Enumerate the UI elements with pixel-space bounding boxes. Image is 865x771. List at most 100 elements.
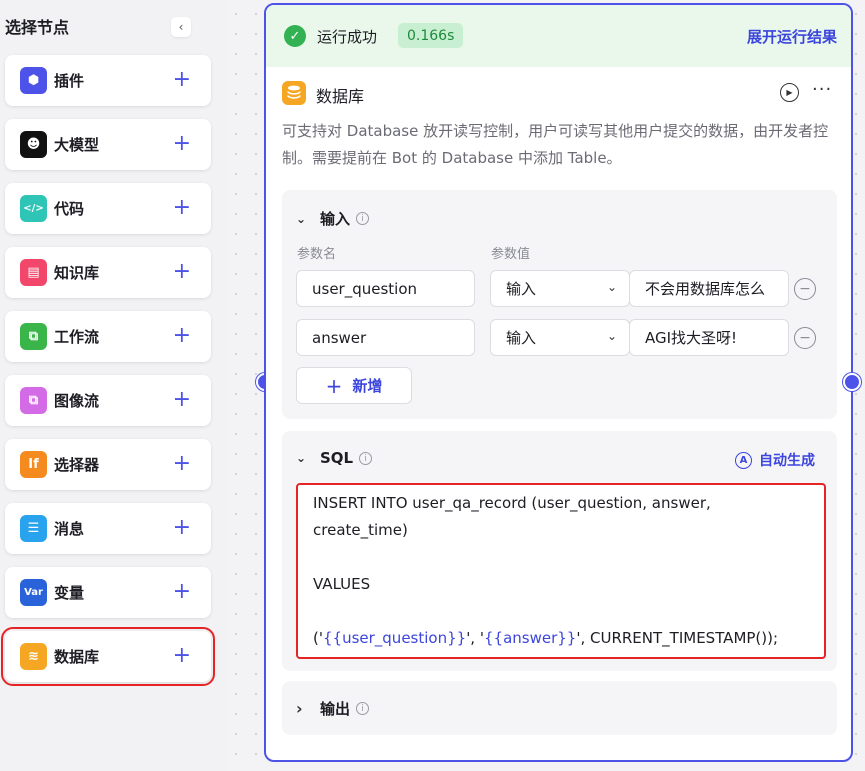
- param-type-select[interactable]: 输入 ⌄: [490, 319, 630, 356]
- node-option-label: 数据库: [54, 648, 100, 666]
- node-option-6[interactable]: ⧉ 图像流 +: [5, 375, 211, 426]
- node-option-1[interactable]: ⬢ 插件 +: [5, 55, 211, 106]
- info-icon[interactable]: i: [359, 451, 373, 465]
- output-port[interactable]: [843, 373, 861, 391]
- node-option-7[interactable]: If 选择器 +: [5, 439, 211, 490]
- database-node-card[interactable]: ✓ 运行成功 0.166s 展开运行结果 数据库 ▶ ··· 可支持对 Data…: [264, 3, 853, 762]
- param-value-field[interactable]: AGI找大圣呀!: [629, 319, 789, 356]
- sql-text: ', CURRENT_TIMESTAMP());: [576, 629, 779, 647]
- node-option-label: 图像流: [54, 392, 100, 410]
- sql-line: [313, 544, 809, 571]
- expand-run-result-link[interactable]: 展开运行结果: [747, 26, 837, 47]
- add-node-plus-icon[interactable]: +: [173, 323, 191, 349]
- sql-variable: {{answer}}: [483, 629, 577, 647]
- input-section: ⌄ 输入 i 参数名 参数值 user_question 输入 ⌄ 不会用数据库…: [282, 190, 837, 419]
- param-name-field[interactable]: answer: [296, 319, 475, 356]
- node-option-label: 变量: [54, 584, 85, 602]
- node-title[interactable]: 数据库: [316, 83, 364, 107]
- sql-text: (': [313, 629, 323, 647]
- param-value-column-label: 参数值: [491, 247, 531, 262]
- knowledge-icon: ▤: [20, 259, 47, 286]
- sql-section-header[interactable]: ⌄ SQL i: [296, 449, 373, 467]
- message-icon: ☰: [20, 515, 47, 542]
- node-option-2[interactable]: ☻ 大模型 +: [5, 119, 211, 170]
- sql-editor[interactable]: INSERT INTO user_qa_record (user_questio…: [296, 483, 826, 659]
- auto-generate-label: 自动生成: [759, 453, 815, 469]
- workflow-icon: ⧉: [20, 323, 47, 350]
- param-type-select[interactable]: 输入 ⌄: [490, 270, 630, 307]
- sql-section-label: SQL: [320, 449, 354, 467]
- add-node-plus-icon[interactable]: +: [173, 451, 191, 477]
- info-icon[interactable]: i: [356, 212, 370, 225]
- node-option-label: 代码: [54, 200, 85, 218]
- sql-line: ('{{user_question}}', '{{answer}}', CURR…: [313, 625, 809, 652]
- sql-text: ', ': [466, 629, 484, 647]
- run-status-banner: ✓ 运行成功 0.166s 展开运行结果: [266, 5, 851, 67]
- success-check-icon: ✓: [284, 25, 306, 47]
- node-option-label: 插件: [54, 72, 85, 90]
- auto-generate-button[interactable]: A 自动生成: [735, 450, 815, 470]
- sql-line: VALUES: [313, 575, 371, 593]
- chevron-down-icon: ⌄: [296, 211, 307, 226]
- output-section-label: 输出: [320, 700, 351, 718]
- node-option-4[interactable]: ▤ 知识库 +: [5, 247, 211, 298]
- add-node-plus-icon[interactable]: +: [173, 579, 191, 605]
- add-node-plus-icon[interactable]: +: [173, 643, 191, 669]
- add-node-plus-icon[interactable]: +: [173, 515, 191, 541]
- param-type-value: 输入: [506, 280, 537, 298]
- add-node-plus-icon[interactable]: +: [173, 67, 191, 93]
- chevron-down-icon: ⌄: [606, 329, 617, 343]
- chevron-down-icon: ⌄: [606, 280, 617, 294]
- database-icon: ≋: [20, 643, 47, 670]
- collapse-sidebar-button[interactable]: ‹: [171, 17, 191, 37]
- llm-bot-icon: ☻: [20, 131, 47, 158]
- param-name-column-label: 参数名: [297, 247, 337, 262]
- param-value-field[interactable]: 不会用数据库怎么: [629, 270, 789, 307]
- run-time-badge: 0.166s: [398, 23, 464, 48]
- chevron-down-icon: ⌄: [296, 451, 307, 465]
- ai-generate-icon: A: [735, 451, 752, 469]
- sql-variable: {{user_question}}: [322, 629, 467, 647]
- param-type-value: 输入: [506, 329, 537, 347]
- add-node-plus-icon[interactable]: +: [173, 195, 191, 221]
- image-flow-icon: ⧉: [20, 387, 47, 414]
- database-icon: [282, 81, 306, 105]
- input-section-header[interactable]: ⌄ 输入 i: [296, 208, 370, 229]
- more-options-icon[interactable]: ···: [812, 79, 832, 100]
- param-name-field[interactable]: user_question: [296, 270, 475, 307]
- node-option-label: 选择器: [54, 456, 100, 474]
- chevron-right-icon: ›: [296, 699, 303, 718]
- run-status-text: 运行成功: [317, 28, 378, 46]
- sql-line: INSERT INTO user_qa_record (user_questio…: [313, 494, 711, 512]
- info-icon[interactable]: i: [356, 702, 370, 715]
- test-run-icon[interactable]: ▶: [780, 83, 799, 102]
- node-option-10[interactable]: ≋ 数据库 +: [1, 627, 215, 686]
- sql-line: [313, 598, 809, 625]
- play-icon: ▶: [786, 88, 793, 97]
- add-node-plus-icon[interactable]: +: [173, 131, 191, 157]
- node-description: 可支持对 Database 放开读写控制，用户可读写其他用户提交的数据，由开发者…: [282, 122, 829, 167]
- node-option-8[interactable]: ☰ 消息 +: [5, 503, 211, 554]
- code-icon: </>: [20, 195, 47, 222]
- node-option-label: 工作流: [54, 328, 100, 346]
- node-option-5[interactable]: ⧉ 工作流 +: [5, 311, 211, 362]
- sidebar-title: 选择节点: [5, 18, 70, 37]
- node-option-label: 大模型: [54, 136, 100, 154]
- node-option-3[interactable]: </> 代码 +: [5, 183, 211, 234]
- variable-icon: Var: [20, 579, 47, 606]
- remove-param-icon[interactable]: −: [794, 278, 816, 300]
- chevron-left-icon: ‹: [178, 20, 184, 34]
- add-node-plus-icon[interactable]: +: [173, 259, 191, 285]
- add-node-plus-icon[interactable]: +: [173, 387, 191, 413]
- add-param-label: 新增: [352, 377, 383, 395]
- sql-line: create_time): [313, 521, 408, 539]
- node-option-label: 消息: [54, 520, 85, 538]
- sql-section: ⌄ SQL i A 自动生成 INSERT INTO user_qa_recor…: [282, 431, 837, 671]
- node-picker-sidebar: 选择节点 ‹ ⬢ 插件 + ☻ 大模型 + </> 代码 + ▤ 知识库 + ⧉ 工作流 + ⧉ 图像流 + If 选…: [0, 0, 228, 771]
- output-section-header[interactable]: › 输出 i: [296, 698, 370, 719]
- remove-param-icon[interactable]: −: [794, 327, 816, 349]
- plus-icon: +: [325, 373, 343, 398]
- node-option-9[interactable]: Var 变量 +: [5, 567, 211, 618]
- add-param-button[interactable]: + 新增: [296, 367, 412, 404]
- node-option-label: 知识库: [54, 264, 100, 282]
